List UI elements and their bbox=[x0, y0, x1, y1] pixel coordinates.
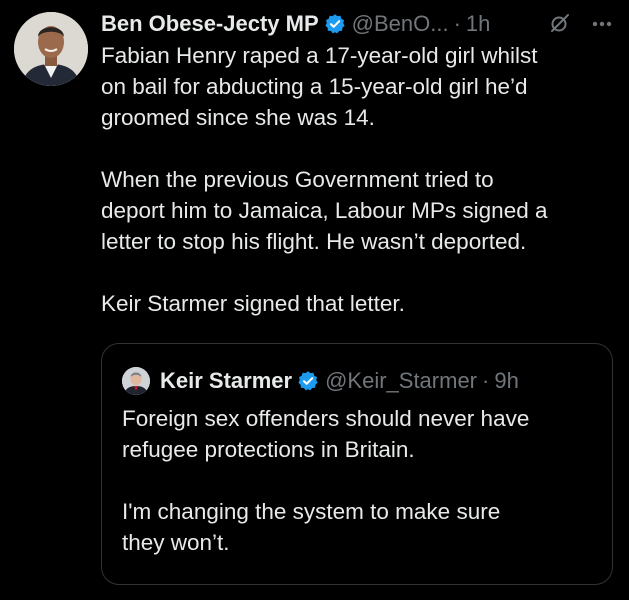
tweet-paragraph: Keir Starmer signed that letter. bbox=[101, 291, 405, 316]
author-avatar[interactable] bbox=[14, 12, 88, 86]
quoted-tweet-card[interactable]: Keir Starmer @Keir_Starmer · 9h Foreign … bbox=[101, 343, 613, 585]
tweet-timestamp[interactable]: 1h bbox=[466, 9, 490, 39]
tweet-paragraph: When the previous Government tried to de… bbox=[101, 167, 548, 254]
quoted-tweet-paragraph: I'm changing the system to make sure the… bbox=[122, 499, 501, 555]
quoted-author-handle[interactable]: @Keir_Starmer bbox=[325, 366, 477, 396]
quoted-tweet-paragraph: Foreign sex offenders should never have … bbox=[122, 406, 530, 462]
quoted-author-avatar[interactable] bbox=[122, 367, 150, 395]
tweet-header: Ben Obese-Jecty MP @BenO... · 1h bbox=[101, 9, 621, 39]
verified-badge-icon[interactable] bbox=[324, 13, 346, 35]
separator-dot: · bbox=[453, 11, 461, 36]
grok-icon[interactable] bbox=[549, 12, 571, 34]
quoted-author-name[interactable]: Keir Starmer bbox=[160, 366, 292, 396]
author-name[interactable]: Ben Obese-Jecty MP bbox=[101, 9, 319, 39]
verified-badge-icon[interactable] bbox=[297, 370, 319, 392]
quoted-tweet-text: Foreign sex offenders should never have … bbox=[122, 403, 602, 558]
more-options-icon[interactable] bbox=[588, 11, 616, 37]
quoted-tweet-timestamp[interactable]: 9h bbox=[494, 366, 518, 396]
separator-dot: · bbox=[482, 368, 490, 393]
tweet-paragraph: Fabian Henry raped a 17-year-old girl wh… bbox=[101, 43, 538, 130]
tweet-text: Fabian Henry raped a 17-year-old girl wh… bbox=[101, 40, 611, 319]
tweet[interactable]: Ben Obese-Jecty MP @BenO... · 1h Fabian … bbox=[0, 0, 629, 600]
quoted-tweet-header: Keir Starmer @Keir_Starmer · 9h bbox=[122, 366, 519, 396]
author-handle[interactable]: @BenO... bbox=[352, 9, 449, 39]
